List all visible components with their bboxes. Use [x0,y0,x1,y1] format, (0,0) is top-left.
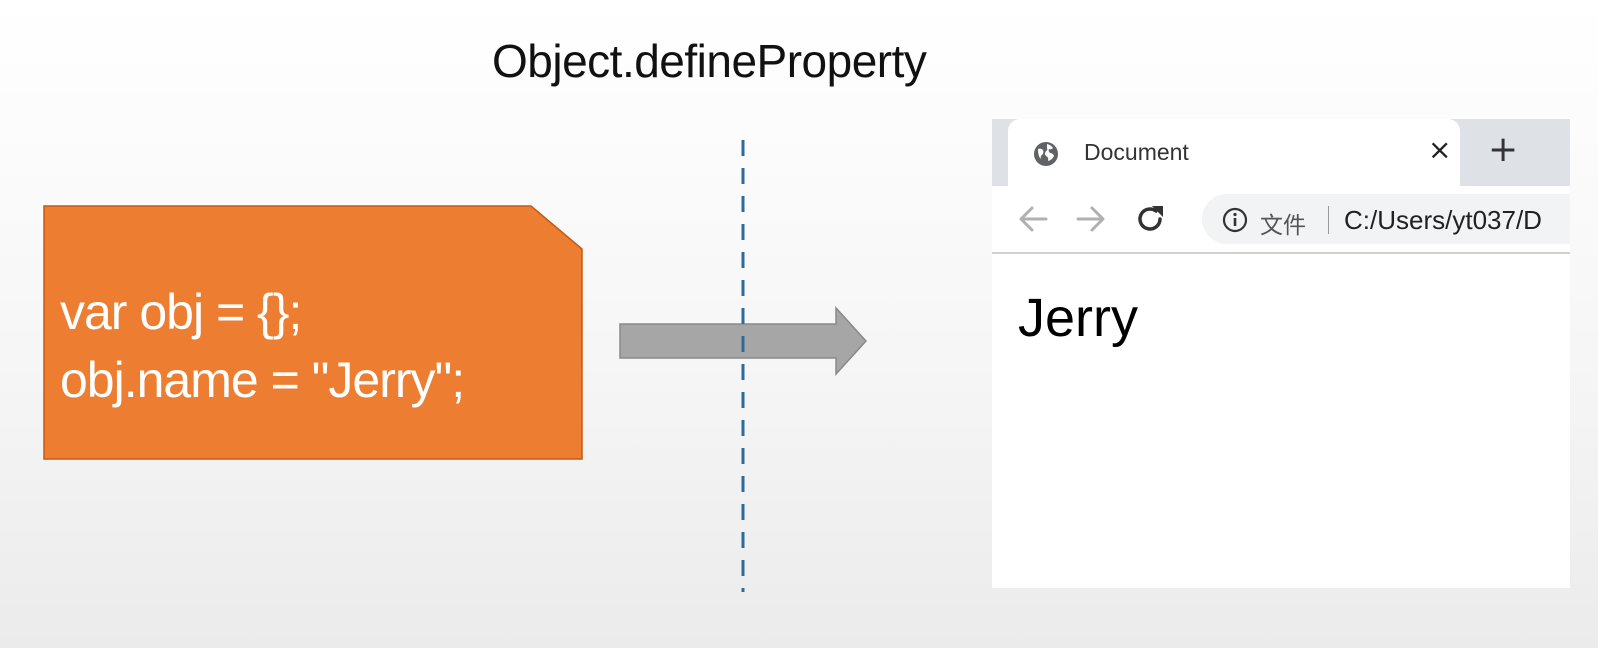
close-icon[interactable]: × [1428,133,1451,166]
forward-arrow-icon[interactable] [1074,203,1108,235]
address-bar[interactable]: 文件 C:/Users/yt037/D [1202,194,1570,244]
scheme-label: 文件 [1260,213,1306,239]
globe-icon [1034,142,1058,166]
browser-toolbar: 文件 C:/Users/yt037/D [992,186,1570,254]
code-snippet: var obj = {}; obj.name = "Jerry"; [60,278,465,414]
browser-window: Document × + 文件 C:/Users/yt037/D Jerry [992,119,1570,588]
info-icon[interactable] [1222,207,1248,233]
tab-bar: Document × + [992,119,1570,186]
tab-title: Document [1084,139,1189,165]
tab-document[interactable]: Document × [1008,119,1460,186]
dashed-divider [741,140,745,592]
url-text[interactable]: C:/Users/yt037/D [1344,205,1542,236]
code-line-2: obj.name = "Jerry"; [60,352,465,408]
back-arrow-icon[interactable] [1016,203,1050,235]
code-line-1: var obj = {}; [60,284,302,340]
plus-icon[interactable]: + [1488,129,1518,170]
diagram-title: Object.defineProperty [492,35,927,87]
address-separator [1328,206,1329,234]
reload-icon[interactable] [1134,203,1168,235]
page-content: Jerry [1018,288,1138,348]
